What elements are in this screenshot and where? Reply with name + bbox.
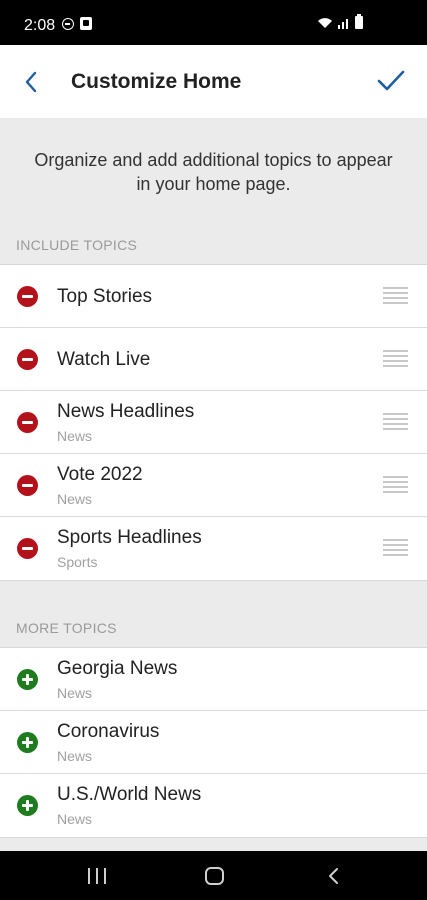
status-bar: 2:08: [0, 0, 427, 45]
signal-icon: [338, 19, 348, 29]
topic-row[interactable]: Top Stories: [0, 265, 427, 328]
remove-circle-icon[interactable]: [17, 286, 38, 307]
topic-subtitle: Sports: [57, 554, 98, 570]
topic-title: Top Stories: [57, 286, 153, 307]
topic-subtitle: News: [57, 811, 93, 827]
remove-circle-icon[interactable]: [17, 475, 38, 496]
app-notification-icon: [80, 17, 92, 30]
topic-row[interactable]: Watch Live: [0, 328, 427, 391]
topic-title: Watch Live: [57, 349, 151, 370]
page-title: Customize Home: [71, 70, 242, 93]
confirm-button[interactable]: [373, 63, 409, 99]
more-topics-header: MORE TOPICS: [16, 620, 117, 636]
intro-text: Organize and add additional topics to ap…: [34, 150, 393, 194]
drag-handle-icon[interactable]: [383, 287, 408, 306]
back-icon[interactable]: [325, 867, 343, 885]
drag-handle-icon[interactable]: [383, 539, 408, 558]
topic-row[interactable]: Vote 2022 News: [0, 454, 427, 517]
add-circle-icon[interactable]: [17, 669, 38, 690]
topic-subtitle: News: [57, 428, 93, 444]
topic-title: News Headlines: [57, 401, 195, 422]
app-bar: Customize Home: [0, 45, 427, 118]
status-indicators: [317, 14, 363, 29]
drag-handle-icon[interactable]: [383, 476, 408, 495]
status-time: 2:08: [24, 17, 56, 34]
drag-handle-icon[interactable]: [383, 350, 408, 369]
include-topics-header: INCLUDE TOPICS: [16, 237, 138, 253]
topic-row[interactable]: Georgia News News: [0, 648, 427, 711]
wifi-icon: [318, 18, 332, 28]
remove-circle-icon[interactable]: [17, 349, 38, 370]
topic-title: Georgia News: [57, 658, 178, 679]
do-not-disturb-icon: [62, 18, 74, 30]
add-circle-icon[interactable]: [17, 732, 38, 753]
back-button[interactable]: [14, 65, 48, 99]
topic-subtitle: News: [57, 491, 93, 507]
more-topics-list: Georgia News News Coronavirus News U.S./…: [0, 647, 427, 838]
topic-row[interactable]: U.S./World News News: [0, 774, 427, 837]
topic-subtitle: News: [57, 748, 93, 764]
remove-circle-icon[interactable]: [17, 412, 38, 433]
topic-title: Vote 2022: [57, 464, 143, 485]
topic-row[interactable]: Sports Headlines Sports: [0, 517, 427, 580]
topic-title: U.S./World News: [57, 784, 202, 805]
home-icon[interactable]: [205, 867, 224, 885]
add-circle-icon[interactable]: [17, 795, 38, 816]
recent-apps-icon[interactable]: [88, 868, 106, 884]
battery-icon: [355, 14, 363, 29]
system-nav-bar: [0, 851, 427, 900]
include-topics-list: Top Stories Watch Live News Headlines Ne…: [0, 264, 427, 581]
chevron-left-icon: [25, 71, 37, 93]
topic-title: Coronavirus: [57, 721, 160, 742]
remove-circle-icon[interactable]: [17, 538, 38, 559]
drag-handle-icon[interactable]: [383, 413, 408, 432]
intro-section: Organize and add additional topics to ap…: [0, 118, 427, 226]
topic-title: Sports Headlines: [57, 527, 202, 548]
checkmark-icon: [377, 70, 405, 91]
topic-row[interactable]: News Headlines News: [0, 391, 427, 454]
topic-row[interactable]: Coronavirus News: [0, 711, 427, 774]
topic-subtitle: News: [57, 685, 93, 701]
